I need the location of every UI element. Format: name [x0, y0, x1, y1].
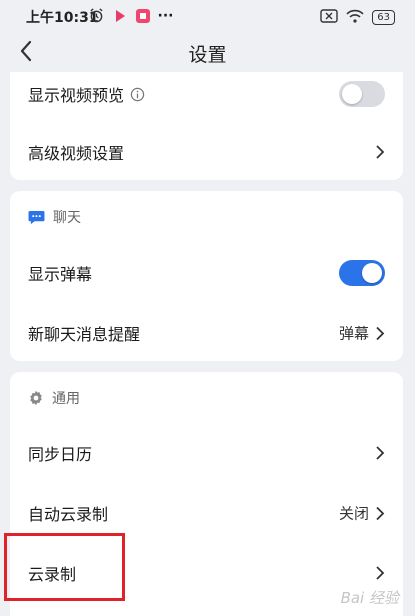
video-settings-card: 显示视频预览 高级视频设置	[10, 72, 403, 180]
show-danmu-toggle[interactable]	[339, 260, 385, 286]
status-bar: 上午10:31 ··· 63	[0, 0, 415, 34]
show-video-preview-row: 显示视频预览	[10, 72, 403, 116]
show-danmu-label: 显示弹幕	[28, 265, 93, 284]
highlight-box	[4, 533, 125, 601]
page-title: 设置	[188, 44, 227, 66]
chat-section-title: 聊天	[53, 210, 81, 226]
battery-indicator: 63	[372, 10, 395, 25]
chevron-right-icon	[376, 145, 385, 159]
new-message-reminder-value: 弹幕	[338, 324, 369, 343]
info-icon[interactable]	[130, 87, 145, 102]
app-notification-icon	[111, 7, 128, 24]
chevron-right-icon	[376, 566, 385, 580]
sync-calendar-label: 同步日历	[28, 445, 93, 464]
header-bar: 设置	[0, 34, 415, 70]
status-notification-icons: ···	[88, 7, 174, 24]
alarm-icon	[88, 7, 105, 24]
chevron-right-icon	[376, 326, 385, 340]
more-notifications-icon: ···	[157, 7, 174, 24]
sync-calendar-row[interactable]: 同步日历	[10, 423, 403, 483]
watermark: Bai 经验	[340, 589, 399, 607]
app-notification-icon-2	[134, 7, 151, 24]
new-message-reminder-row[interactable]: 新聊天消息提醒 弹幕	[10, 303, 403, 363]
general-section-header: 通用	[28, 388, 80, 408]
show-video-preview-label: 显示视频预览	[28, 82, 145, 106]
chat-section-header: 聊天	[28, 207, 81, 227]
auto-cloud-record-value: 关闭	[338, 504, 369, 523]
show-video-preview-toggle[interactable]	[339, 81, 385, 107]
wifi-icon	[346, 8, 364, 27]
advanced-video-settings-row[interactable]: 高级视频设置	[10, 122, 403, 182]
chat-bubble-icon	[28, 210, 45, 224]
chat-settings-card: 聊天 显示弹幕 新聊天消息提醒 弹幕	[10, 191, 403, 361]
advanced-video-settings-label: 高级视频设置	[28, 144, 125, 163]
new-message-reminder-label: 新聊天消息提醒	[28, 325, 141, 344]
chevron-right-icon	[376, 446, 385, 460]
gear-icon	[30, 390, 42, 406]
status-system-icons: 63	[320, 8, 395, 27]
auto-cloud-record-label: 自动云录制	[28, 505, 109, 524]
general-section-title: 通用	[52, 391, 80, 407]
no-sim-icon	[320, 8, 338, 27]
chevron-right-icon	[376, 506, 385, 520]
show-danmu-row: 显示弹幕	[10, 243, 403, 303]
